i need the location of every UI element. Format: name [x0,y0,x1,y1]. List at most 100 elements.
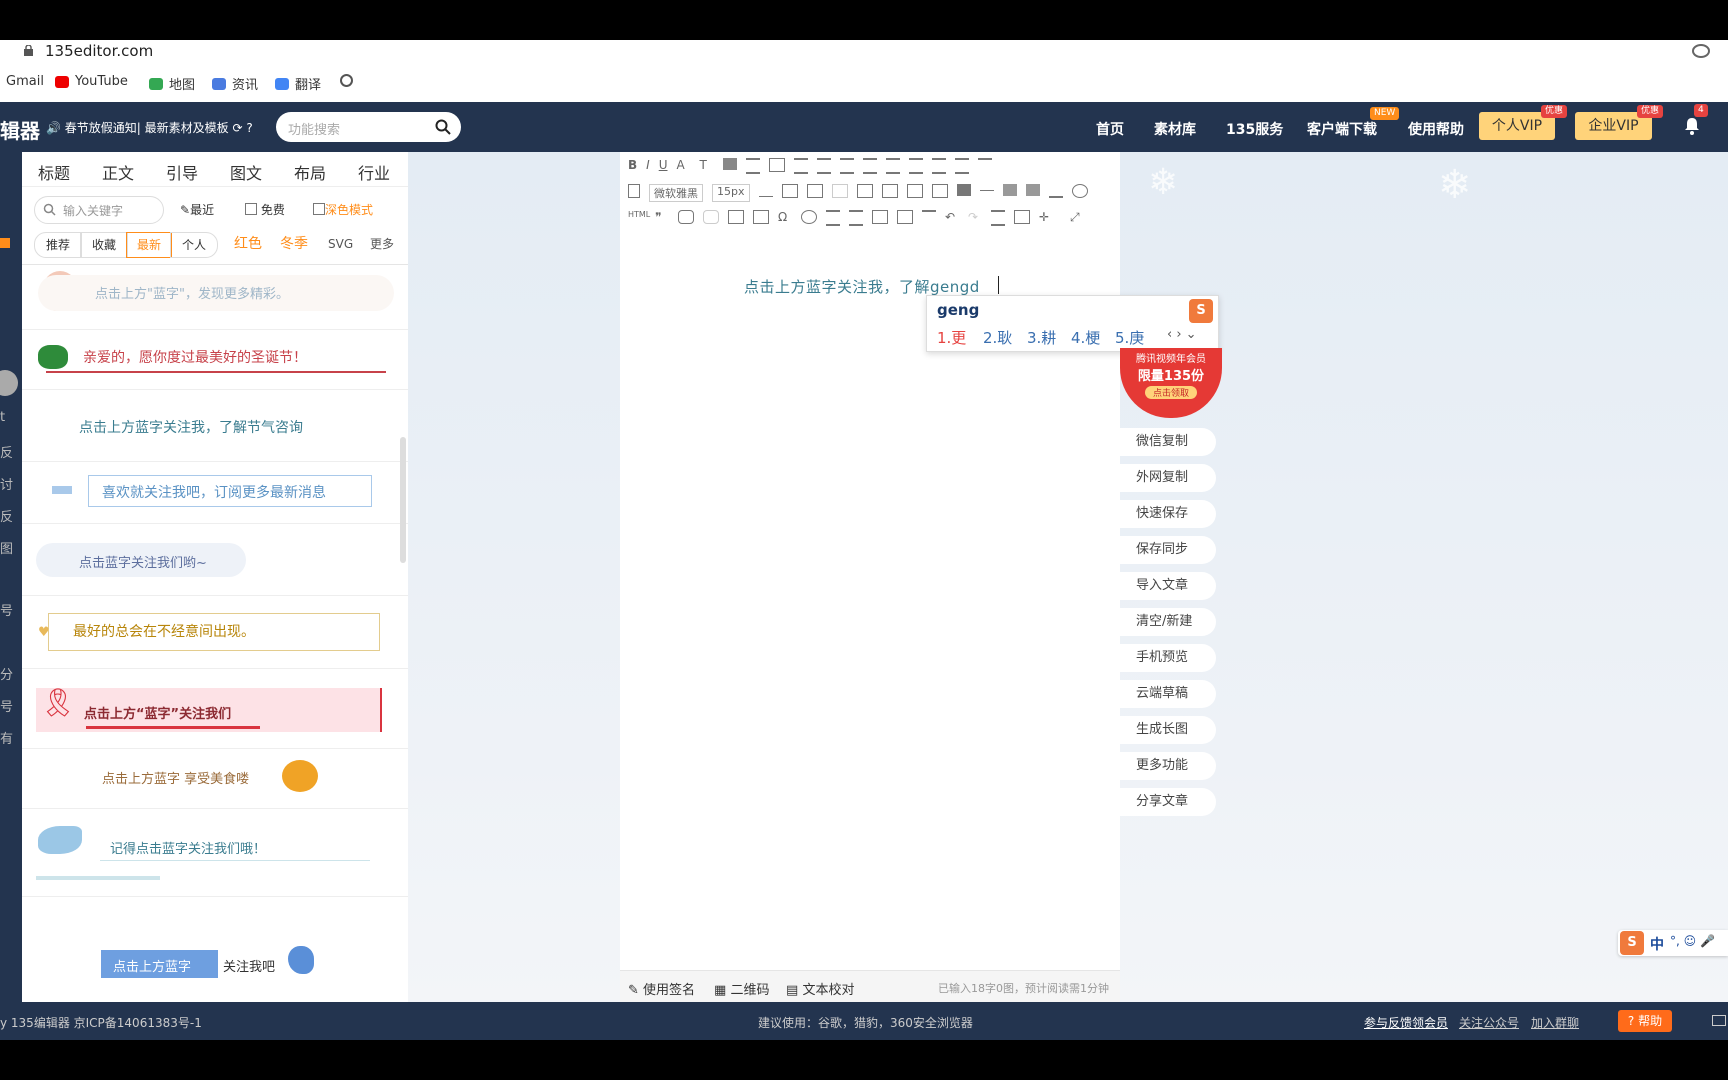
ordered-list-icon[interactable] [826,210,840,226]
rtl-icon[interactable] [897,210,913,224]
preview-icon[interactable] [1014,210,1030,224]
outdent-icon[interactable] [885,158,900,174]
frame-icon[interactable] [753,210,769,224]
tag-red[interactable]: 红色 [234,232,262,256]
template-card[interactable]: ♥ 最好的总会在不经意间出现。 [22,595,408,669]
font-size-select[interactable]: 15px [712,184,750,202]
ime-candidate[interactable]: 5.庚 [1115,327,1144,348]
bookmark-youtube[interactable]: YouTube [55,74,128,89]
emoji-icon[interactable] [801,210,817,224]
action-wechat-copy[interactable]: 微信复制 [1120,428,1216,456]
follow-account-link[interactable]: 关注公众号 [1459,1014,1519,1031]
bookmark-translate[interactable]: 翻译 [275,74,321,93]
horizontal-rule-icon[interactable] [979,184,994,191]
format-icon[interactable] [991,210,1005,226]
action-more[interactable]: 更多功能 [1120,752,1216,780]
globe-icon[interactable] [340,74,353,87]
strip-item[interactable]: 讨 [0,474,13,493]
bookmark-gmail[interactable]: Gmail [6,74,44,89]
action-long-image[interactable]: 生成长图 [1120,716,1216,744]
template-card[interactable]: 喜欢就关注我吧，订阅更多最新消息 [22,461,408,524]
tab-guide[interactable]: 引导 [166,160,198,184]
stamp-icon[interactable] [1025,184,1040,196]
template-card[interactable]: 记得点击蓝字关注我们哦！ [22,808,408,897]
unordered-list-icon[interactable] [849,210,863,226]
search-icon[interactable] [435,119,451,135]
action-import-article[interactable]: 导入文章 [1120,572,1216,600]
action-mobile-preview[interactable]: 手机预览 [1120,644,1216,672]
row-spacing-icon[interactable] [922,210,936,224]
strip-item[interactable]: 反 [0,506,13,525]
picture-icon[interactable] [881,184,898,198]
align-justify-icon[interactable] [816,158,831,174]
image-icon[interactable] [806,184,823,198]
nav-home[interactable]: 首页 [1096,119,1124,139]
italic-icon[interactable]: I [646,158,650,176]
bookmark-news[interactable]: 资讯 [212,74,258,93]
strip-item[interactable]: 号 [0,696,13,715]
music-icon[interactable] [931,184,948,198]
tab-image-text[interactable]: 图文 [230,160,262,184]
app-logo[interactable]: 辑器 [0,115,40,144]
align-right-icon[interactable] [793,158,808,174]
strip-item[interactable]: 分 [0,664,13,683]
action-save-sync[interactable]: 保存同步 [1120,536,1216,564]
paragraph-spacing-icon[interactable] [931,158,946,174]
template-card[interactable]: 点击上方蓝字 享受美食喽 [22,748,408,809]
tag-more[interactable]: 更多 [370,232,394,256]
action-quick-save[interactable]: 快速保存 [1120,500,1216,528]
filter-recommend[interactable]: 推荐 [34,232,82,258]
nav-help[interactable]: 使用帮助 [1408,119,1464,139]
ime-mode-label[interactable]: 中 [1650,934,1664,954]
spellcheck-icon[interactable] [758,184,773,197]
line-height-icon[interactable] [908,158,923,174]
function-search[interactable]: 功能搜索 [276,112,461,142]
help-icon[interactable]: ? [246,121,252,135]
signature-button[interactable]: ✎ 使用签名 [628,979,695,998]
template-card[interactable]: 点击上方"蓝字"，发现更多精彩。 [22,265,408,330]
text-icon[interactable]: T [700,158,714,172]
tab-industry[interactable]: 行业 [358,160,390,184]
strip-item[interactable]: 有 [0,728,13,747]
underline-icon[interactable]: U [659,158,668,176]
video-icon[interactable] [956,184,971,196]
qrcode-button[interactable]: ▦ 二维码 [714,979,769,998]
document-icon[interactable] [628,184,640,198]
dark-mode-checkbox[interactable]: 深色模式 [313,201,373,218]
brush-icon[interactable] [1002,184,1017,196]
font-family-select[interactable]: 微软雅黑 [649,184,703,202]
anchor-icon[interactable] [728,210,744,224]
align-left-icon[interactable] [745,158,760,174]
align-center-icon[interactable] [768,158,785,172]
unlink-icon[interactable] [703,210,719,224]
undo-icon[interactable]: ↶ [945,210,959,224]
notice-link[interactable]: 🔊 春节放假通知| 最新素材及模板 ⟳ ? [46,119,253,136]
move-icon[interactable]: ✛ [1039,210,1053,224]
highlight-icon[interactable] [722,158,737,170]
eye-off-icon[interactable] [1692,44,1710,58]
html-icon[interactable]: HTML [628,210,650,222]
bookmark-maps[interactable]: 地图 [149,74,195,93]
bold-icon[interactable]: B [628,158,637,176]
nav-services[interactable]: 135服务 [1226,119,1283,139]
filter-latest[interactable]: 最新 [126,232,172,258]
template-card[interactable]: 点击上方蓝字 关注我吧 [22,896,408,1002]
special-char-icon[interactable]: Ω [778,210,792,224]
nav-materials[interactable]: 素材库 [1154,119,1196,139]
strip-item[interactable]: 图 [0,538,13,557]
redo-icon[interactable]: ↷ [968,210,982,224]
nav-client-download[interactable]: 客户端下载 [1307,119,1377,139]
help-button[interactable]: ? 帮助 [1618,1010,1672,1032]
tab-layout[interactable]: 布局 [294,160,326,184]
indent-icon[interactable] [862,158,877,174]
keyword-search[interactable]: 输入关键字 [34,196,164,224]
mail-icon[interactable] [1712,1015,1726,1026]
free-checkbox[interactable]: 免费 [245,201,285,218]
ime-status-bar[interactable]: S 中 °, ☺ 🎤 [1618,930,1728,956]
tag-svg[interactable]: SVG [328,232,353,256]
word-icon[interactable] [856,184,873,198]
template-card[interactable]: 亲爱的，愿你度过最美好的圣诞节！ [22,329,408,390]
filter-personal[interactable]: 个人 [170,232,218,258]
action-share-article[interactable]: 分享文章 [1120,788,1216,816]
copy-icon[interactable] [831,184,848,198]
